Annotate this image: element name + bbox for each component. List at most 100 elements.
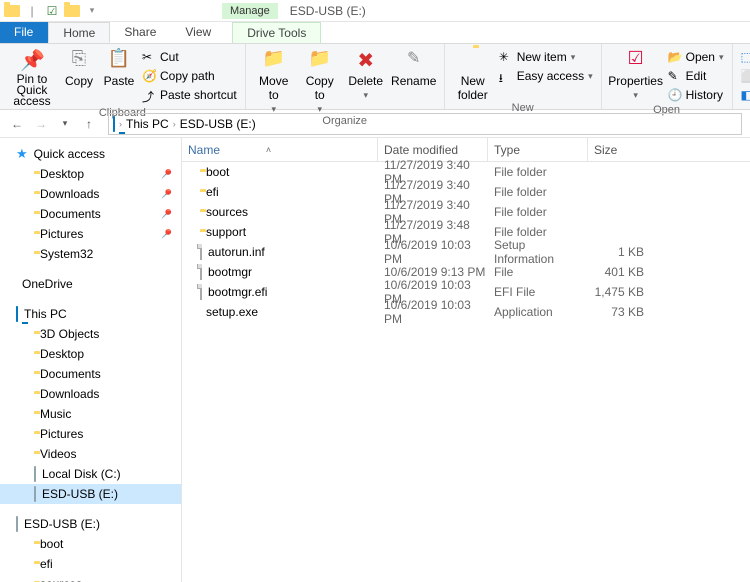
app-icon <box>4 3 20 19</box>
tab-drive-tools[interactable]: Drive Tools <box>232 22 321 43</box>
invert-icon: ◧ <box>741 88 750 102</box>
pin-icon: 📌 <box>20 48 44 72</box>
easy-access-button[interactable]: ⭳Easy access ▾ <box>499 67 593 85</box>
column-type[interactable]: Type <box>488 138 588 161</box>
qat-folder-icon[interactable] <box>64 3 80 19</box>
nav-esd-item[interactable]: boot <box>0 534 181 554</box>
file-size: 1 KB <box>588 245 644 259</box>
column-name[interactable]: Name˄ <box>182 138 378 161</box>
group-select: ⬚Select all ⬜Select none ◧Invert selecti… <box>733 44 750 109</box>
nav-quick-access[interactable]: ★Quick access <box>0 144 181 164</box>
tab-home[interactable]: Home <box>48 22 110 43</box>
nav-pc-item[interactable]: Videos <box>0 444 181 464</box>
crumb-current[interactable]: ESD-USB (E:) <box>180 117 256 131</box>
file-row[interactable]: autorun.inf10/6/2019 10:03 PMSetup Infor… <box>182 242 750 262</box>
paste-shortcut-button[interactable]: ⤴Paste shortcut <box>142 86 237 104</box>
forward-button[interactable]: → <box>32 115 50 133</box>
address-bar: ← → ▾ ↑ › This PC › ESD-USB (E:) <box>0 110 750 138</box>
nav-pc-item[interactable]: Pictures <box>0 424 181 444</box>
copy-to-button[interactable]: 📁Copy to▾ <box>300 46 340 115</box>
pin-to-quick-access-button[interactable]: 📌 Pin to Quick access <box>8 46 56 107</box>
delete-button[interactable]: ✖Delete▾ <box>346 46 386 101</box>
nav-pc-item[interactable]: Music <box>0 404 181 424</box>
navigation-pane[interactable]: ★Quick access Desktop📍Downloads📍Document… <box>0 138 182 582</box>
window-title: ESD-USB (E:) <box>290 4 366 18</box>
up-button[interactable]: ↑ <box>80 115 98 133</box>
nav-qa-item[interactable]: System32 <box>0 244 181 264</box>
drive-icon <box>16 517 18 531</box>
nav-this-pc[interactable]: This PC <box>0 304 181 324</box>
shortcut-icon: ⤴ <box>142 88 156 102</box>
file-type: Setup Information <box>488 238 588 266</box>
drive-icon <box>34 467 36 481</box>
contextual-tab[interactable]: Manage <box>222 3 278 19</box>
file-name: support <box>206 225 246 239</box>
nav-pc-item[interactable]: 3D Objects <box>0 324 181 344</box>
copy-path-icon: 🧭 <box>142 69 156 83</box>
nav-pc-item[interactable]: Desktop <box>0 344 181 364</box>
select-none-button[interactable]: ⬜Select none <box>741 67 750 85</box>
file-date: 10/6/2019 10:03 PM <box>378 238 488 266</box>
properties-button[interactable]: ☑Properties▾ <box>610 46 662 101</box>
open-icon: 📂 <box>668 50 682 64</box>
select-all-button[interactable]: ⬚Select all <box>741 48 750 66</box>
pin-icon: 📍 <box>157 225 176 244</box>
column-size[interactable]: Size <box>588 138 650 161</box>
monitor-icon <box>16 307 18 321</box>
nav-pc-item[interactable]: Downloads <box>0 384 181 404</box>
tab-view[interactable]: View <box>171 22 226 43</box>
nav-qa-item[interactable]: Pictures📍 <box>0 224 181 244</box>
file-size: 73 KB <box>588 305 644 319</box>
copy-button[interactable]: ⎘ Copy <box>62 46 96 88</box>
open-button[interactable]: 📂Open ▾ <box>668 48 724 66</box>
group-new: New folder ✳New item ▾ ⭳Easy access ▾ Ne… <box>445 44 602 109</box>
properties-icon: ☑ <box>624 48 648 72</box>
file-icon <box>200 285 202 299</box>
breadcrumb[interactable]: › This PC › ESD-USB (E:) <box>108 113 742 135</box>
nav-onedrive[interactable]: OneDrive <box>0 274 181 294</box>
checkbox-icon[interactable]: ☑ <box>44 3 60 19</box>
nav-pc-item[interactable]: Local Disk (C:) <box>0 464 181 484</box>
move-to-button[interactable]: 📁Move to▾ <box>254 46 294 115</box>
file-name: bootmgr.efi <box>208 285 267 299</box>
rename-button[interactable]: ✎Rename <box>392 46 436 88</box>
nav-qa-item[interactable]: Downloads📍 <box>0 184 181 204</box>
qat-sep: | <box>24 3 40 19</box>
delete-icon: ✖ <box>354 48 378 72</box>
nav-esd-usb[interactable]: ESD-USB (E:) <box>0 514 181 534</box>
file-icon <box>200 245 202 259</box>
file-icon <box>200 265 202 279</box>
history-icon: 🕘 <box>668 88 682 102</box>
new-item-button[interactable]: ✳New item ▾ <box>499 48 593 66</box>
move-icon: 📁 <box>262 48 286 72</box>
back-button[interactable]: ← <box>8 115 26 133</box>
file-row[interactable]: setup.exe10/6/2019 10:03 PMApplication73… <box>182 302 750 322</box>
nav-esd-item[interactable]: efi <box>0 554 181 574</box>
file-name: efi <box>206 185 219 199</box>
new-folder-button[interactable]: New folder <box>453 46 493 102</box>
nav-esd-item[interactable]: sources <box>0 574 181 582</box>
file-name: autorun.inf <box>208 245 265 259</box>
invert-selection-button[interactable]: ◧Invert selection <box>741 86 750 104</box>
cut-button[interactable]: ✂Cut <box>142 48 237 66</box>
copy-path-button[interactable]: 🧭Copy path <box>142 67 237 85</box>
chevron-right-icon[interactable]: › <box>119 119 122 129</box>
nav-pc-item[interactable]: ESD-USB (E:) <box>0 484 181 504</box>
paste-button[interactable]: 📋 Paste <box>102 46 136 88</box>
edit-button[interactable]: ✎Edit <box>668 67 724 85</box>
nav-qa-item[interactable]: Documents📍 <box>0 204 181 224</box>
tab-share[interactable]: Share <box>110 22 171 43</box>
file-list-pane[interactable]: Name˄ Date modified Type Size boot11/27/… <box>182 138 750 582</box>
qat-dropdown-icon[interactable]: ▾ <box>84 3 100 19</box>
recent-locations-button[interactable]: ▾ <box>56 115 74 133</box>
nav-qa-item[interactable]: Desktop📍 <box>0 164 181 184</box>
history-button[interactable]: 🕘History <box>668 86 724 104</box>
group-organize: 📁Move to▾ 📁Copy to▾ ✖Delete▾ ✎Rename Org… <box>246 44 445 109</box>
chevron-right-icon[interactable]: › <box>173 119 176 129</box>
tab-file[interactable]: File <box>0 22 48 43</box>
easy-access-icon: ⭳ <box>499 69 513 83</box>
nav-pc-item[interactable]: Documents <box>0 364 181 384</box>
file-size: 1,475 KB <box>588 285 644 299</box>
crumb-this-pc[interactable]: This PC <box>126 117 169 131</box>
file-size: 401 KB <box>588 265 644 279</box>
